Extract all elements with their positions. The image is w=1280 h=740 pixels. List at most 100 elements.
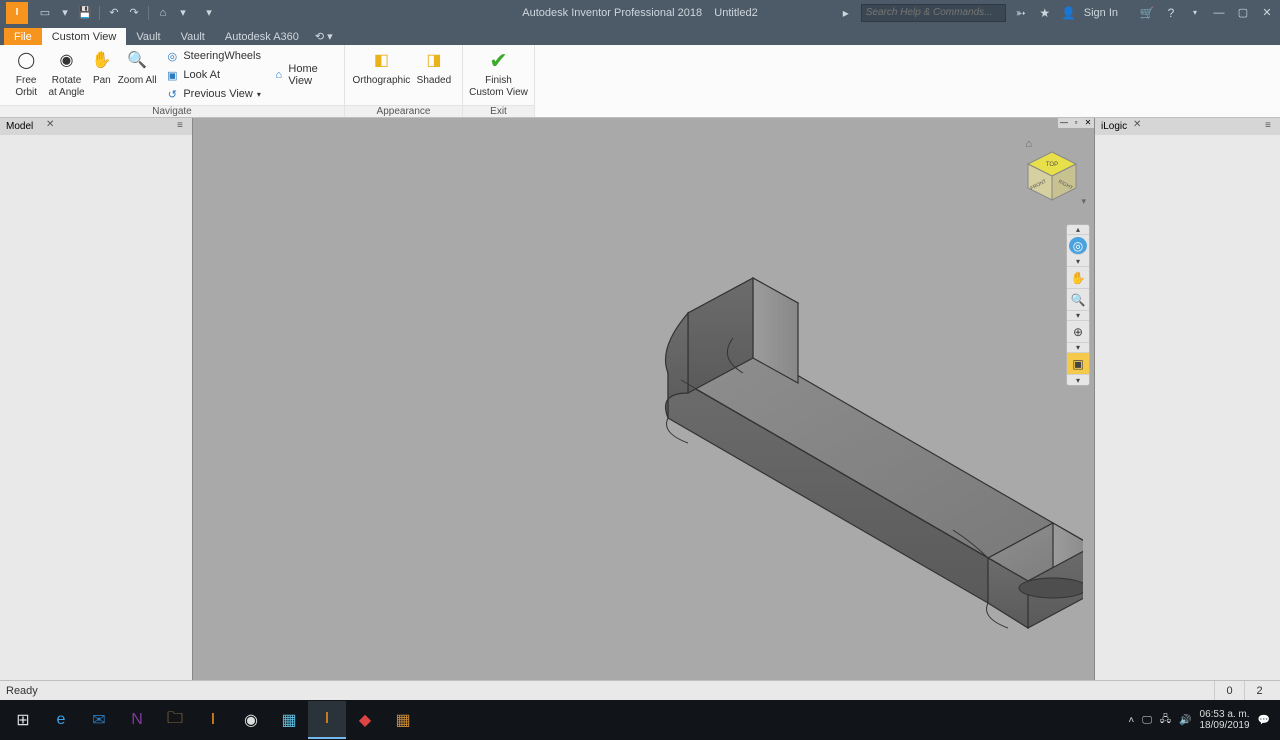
ilogic-tab-label: iLogic <box>1101 121 1127 132</box>
viewcube-menu-icon[interactable]: ▾ <box>1081 196 1086 207</box>
model-tab-close-icon[interactable]: ✕ <box>46 119 54 130</box>
tray-network-icon[interactable]: 🖧 <box>1160 712 1171 729</box>
user-icon[interactable]: 👤 <box>1060 4 1078 22</box>
vp-minimize-icon[interactable]: — <box>1058 118 1070 128</box>
navigate-small-stack-2: ⌂ Home View <box>269 66 338 84</box>
qat-new-icon[interactable]: ▭ <box>36 4 54 22</box>
steering-label: SteeringWheels <box>183 50 261 62</box>
look-at-button[interactable]: ▣ Look At <box>161 66 265 84</box>
wheel-icon: ◎ <box>165 49 179 63</box>
qat-undo-icon[interactable]: ↶ <box>105 4 123 22</box>
navigation-bar: ▴ ◎ ▾ ✋ 🔍 ▾ ⊕ ▾ ▣ ▾ <box>1066 224 1090 386</box>
qat-home-icon[interactable]: ⌂ <box>154 4 172 22</box>
taskbar-chrome-icon[interactable]: ◉ <box>232 701 270 739</box>
cart-icon[interactable]: 🛒 <box>1138 4 1156 22</box>
group-label-navigate: Navigate <box>0 105 344 117</box>
navbar-zoom-icon[interactable]: 🔍 <box>1067 289 1089 311</box>
rotate-at-angle-button[interactable]: ◉ Rotate at Angle <box>46 47 86 103</box>
system-tray: ˄ 🖵 🖧 🔊 06:53 a. m. 18/09/2019 💬 <box>1128 709 1276 732</box>
steering-wheels-button[interactable]: ◎ SteeringWheels <box>161 47 265 65</box>
part-model[interactable] <box>433 208 1083 638</box>
viewcube[interactable]: TOP FRONT RIGHT <box>1022 146 1082 206</box>
navbar-wheel-icon[interactable]: ◎ <box>1069 237 1087 255</box>
qat-open-icon[interactable]: ▾ <box>56 4 74 22</box>
home-view-button[interactable]: ⌂ Home View <box>269 66 338 84</box>
navbar-expand-bottom-icon[interactable]: ▾ <box>1067 375 1089 385</box>
qat-customize-icon[interactable]: ▾ <box>200 4 218 22</box>
vp-close-icon[interactable]: ✕ <box>1082 118 1094 128</box>
tray-volume-icon[interactable]: 🔊 <box>1179 715 1191 726</box>
qat-separator <box>148 6 149 20</box>
prev-icon: ↺ <box>165 87 179 101</box>
taskbar-outlook-icon[interactable]: ✉ <box>80 701 118 739</box>
taskbar-app2-icon[interactable]: ▦ <box>384 701 422 739</box>
taskbar-inventor-icon[interactable]: I <box>194 701 232 739</box>
vp-restore-icon[interactable]: ▫ <box>1070 118 1082 128</box>
tab-file[interactable]: File <box>4 28 42 45</box>
navbar-wheel-dropdown-icon[interactable]: ▾ <box>1067 257 1089 267</box>
app-logo: I <box>6 2 28 24</box>
minimize-button[interactable]: — <box>1210 4 1228 22</box>
windows-taskbar: ⊞ e ✉ N 🗀 I ◉ ▦ I ◆ ▦ ˄ 🖵 🖧 🔊 06:53 a. m… <box>0 700 1280 740</box>
taskbar-photos-icon[interactable]: ▦ <box>270 701 308 739</box>
titlebar: I ▭ ▾ 💾 ↶ ↷ ⌂ ▾ ▾ Autodesk Inventor Prof… <box>0 0 1280 25</box>
navbar-pan-icon[interactable]: ✋ <box>1067 267 1089 289</box>
viewport[interactable]: — ▫ ✕ <box>193 118 1094 680</box>
prev-dropdown-icon[interactable]: ▾ <box>257 90 261 99</box>
zoom-all-button[interactable]: 🔍 Zoom All <box>117 47 157 103</box>
tray-notifications-icon[interactable]: 💬 <box>1258 715 1270 726</box>
previous-view-button[interactable]: ↺ Previous View ▾ <box>161 85 265 103</box>
help-icon[interactable]: ? <box>1162 4 1180 22</box>
navbar-lookat-icon[interactable]: ▣ <box>1067 353 1089 375</box>
taskbar-inventor-active-icon[interactable]: I <box>308 701 346 739</box>
qat-save-icon[interactable]: 💾 <box>76 4 94 22</box>
close-button[interactable]: ✕ <box>1258 4 1276 22</box>
tray-up-icon[interactable]: ˄ <box>1128 715 1134 726</box>
tab-reset-icon[interactable]: ⟲ ▾ <box>309 28 339 45</box>
pan-label: Pan <box>93 75 111 87</box>
login-arrow-icon[interactable]: ➳ <box>1012 4 1030 22</box>
tray-monitor-icon[interactable]: 🖵 <box>1142 715 1152 726</box>
tab-a360[interactable]: Autodesk A360 <box>215 28 309 45</box>
navbar-expand-top-icon[interactable]: ▴ <box>1067 225 1089 235</box>
signin-link[interactable]: Sign In <box>1084 7 1118 19</box>
ribbon-tabs: File Custom View Vault Vault Autodesk A3… <box>0 25 1280 45</box>
rotate-label: Rotate at Angle <box>46 75 86 98</box>
navbar-zoom-dropdown-icon[interactable]: ▾ <box>1067 311 1089 321</box>
orthographic-button[interactable]: ◧ Orthographic <box>351 47 412 103</box>
rotate-icon: ◉ <box>55 49 79 73</box>
start-button[interactable]: ⊞ <box>4 701 42 739</box>
ilogic-tab-close-icon[interactable]: ✕ <box>1133 119 1141 130</box>
taskbar-clock[interactable]: 06:53 a. m. 18/09/2019 <box>1199 709 1249 732</box>
shaded-button[interactable]: ◨ Shaded <box>412 47 456 103</box>
shaded-label: Shaded <box>417 75 451 87</box>
tab-vault-2[interactable]: Vault <box>171 28 215 45</box>
clock-time: 06:53 a. m. <box>1199 709 1249 721</box>
model-tab[interactable]: Model ✕ <box>0 118 192 135</box>
tab-custom-view[interactable]: Custom View <box>42 28 127 45</box>
taskbar-ie-icon[interactable]: e <box>42 701 80 739</box>
lookat-icon: ▣ <box>165 68 179 82</box>
favorite-icon[interactable]: ★ <box>1036 4 1054 22</box>
taskbar-app-icon[interactable]: ◆ <box>346 701 384 739</box>
qat-dropdown-icon[interactable]: ▾ <box>174 4 192 22</box>
model-panel-menu-icon[interactable]: ≡ <box>177 120 189 132</box>
navbar-orbit-icon[interactable]: ⊕ <box>1067 321 1089 343</box>
navbar-orbit-dropdown-icon[interactable]: ▾ <box>1067 343 1089 353</box>
maximize-button[interactable]: ▢ <box>1234 4 1252 22</box>
group-label-exit: Exit <box>463 105 534 117</box>
pan-button[interactable]: ✋ Pan <box>87 47 117 103</box>
qat-redo-icon[interactable]: ↷ <box>125 4 143 22</box>
tab-vault[interactable]: Vault <box>126 28 170 45</box>
finish-custom-view-button[interactable]: ✔ Finish Custom View <box>469 47 528 103</box>
clock-date: 18/09/2019 <box>1199 720 1249 732</box>
ilogic-panel-menu-icon[interactable]: ≡ <box>1265 120 1277 132</box>
help-search-input[interactable] <box>861 4 1006 22</box>
finish-icon: ✔ <box>487 49 511 73</box>
ilogic-tab[interactable]: iLogic ✕ <box>1095 118 1280 135</box>
search-expand-icon[interactable]: ▸ <box>837 4 855 22</box>
free-orbit-button[interactable]: ◯ Free Orbit <box>6 47 46 103</box>
taskbar-onenote-icon[interactable]: N <box>118 701 156 739</box>
help-dropdown-icon[interactable]: ▾ <box>1186 4 1204 22</box>
taskbar-explorer-icon[interactable]: 🗀 <box>156 701 194 739</box>
